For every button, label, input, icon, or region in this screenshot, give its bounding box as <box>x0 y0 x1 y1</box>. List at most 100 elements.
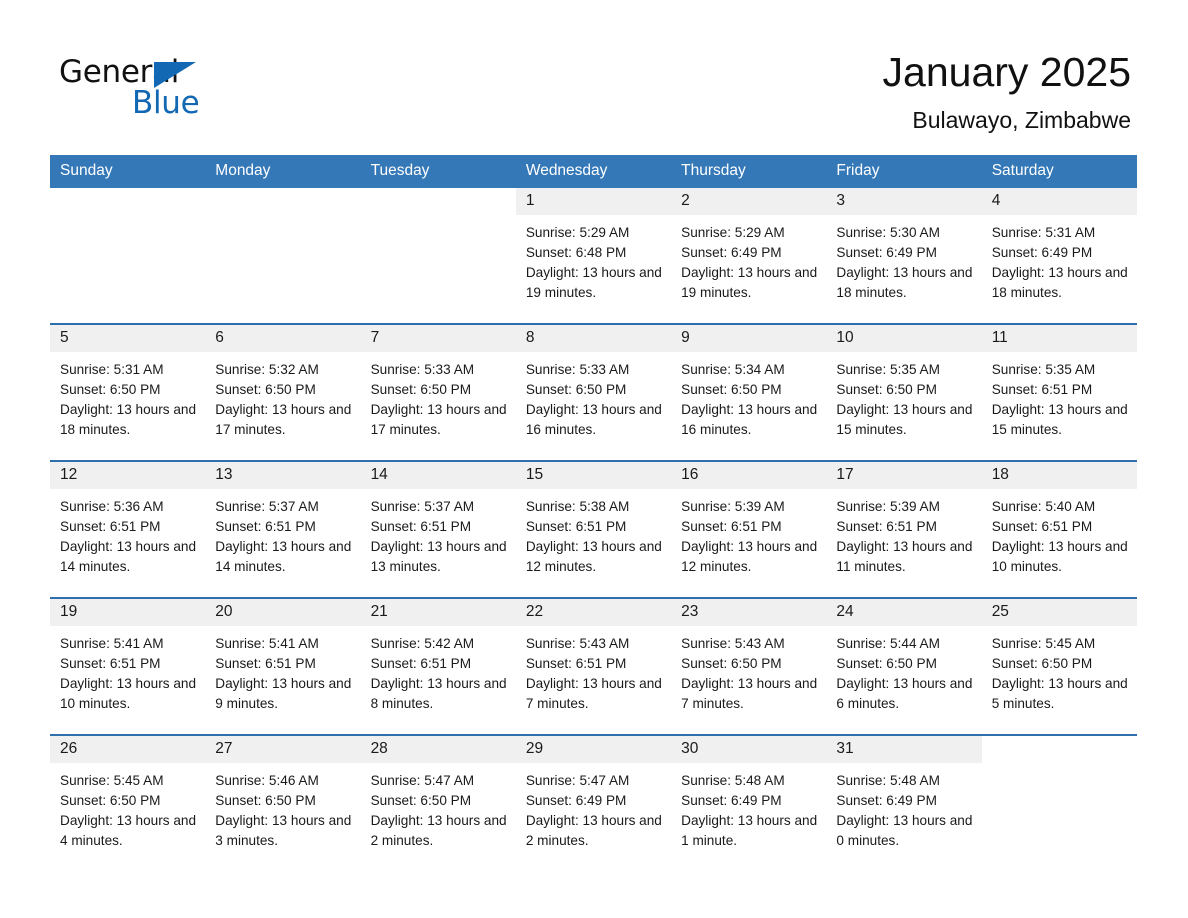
day-details: Sunrise: 5:39 AM Sunset: 6:51 PM Daylight:… <box>826 489 981 577</box>
day-details: Sunrise: 5:47 AM Sunset: 6:49 PM Daylight:… <box>516 763 671 851</box>
sunset-text: Sunset: 6:50 PM <box>836 655 937 671</box>
calendar-day-cell[interactable]: 12 Sunrise: 5:36 AM Sunset: 6:51 PM Dayligh… <box>50 459 206 582</box>
calendar-day-cell[interactable]: 16 Sunrise: 5:39 AM Sunset: 6:51 PM Dayligh… <box>671 459 827 582</box>
day-number: 22 <box>515 598 672 626</box>
calendar-week-row: 5 Sunrise: 5:31 AM Sunset: 6:50 PM Daylight… <box>50 322 1137 445</box>
sunrise-text: Sunrise: 5:31 AM <box>991 224 1096 240</box>
day-cell-inner: 21 Sunrise: 5:42 AM Sunset: 6:51 PM Dayligh… <box>360 598 516 719</box>
calendar-page: General Blue January 2025 Bulawayo, Zimb… <box>0 0 1188 918</box>
calendar-day-cell[interactable]: 20 Sunrise: 5:41 AM Sunset: 6:51 PM Dayligh… <box>205 596 361 719</box>
calendar-day-cell[interactable]: 9 Sunrise: 5:34 AM Sunset: 6:50 PM Daylight… <box>671 322 827 445</box>
calendar-day-cell[interactable]: 18 Sunrise: 5:40 AM Sunset: 6:51 PM Dayligh… <box>981 459 1137 582</box>
sunset-text: Sunset: 6:50 PM <box>991 655 1093 671</box>
calendar-day-cell[interactable]: 28 Sunrise: 5:47 AM Sunset: 6:50 PM Dayligh… <box>360 733 516 856</box>
calendar-day-cell[interactable]: 3 Sunrise: 5:30 AM Sunset: 6:49 PM Daylight… <box>826 187 982 308</box>
day-number: 18 <box>981 461 1137 489</box>
calendar-day-cell[interactable]: 24 Sunrise: 5:44 AM Sunset: 6:50 PM Dayligh… <box>826 596 982 719</box>
calendar-day-cell[interactable]: 29 Sunrise: 5:47 AM Sunset: 6:49 PM Dayligh… <box>515 733 672 856</box>
general-blue-logo[interactable]: General Blue <box>59 47 209 119</box>
day-number: 13 <box>205 461 361 489</box>
calendar-day-cell[interactable]: 4 Sunrise: 5:31 AM Sunset: 6:49 PM Daylight… <box>981 187 1137 308</box>
calendar-day-cell[interactable]: 30 Sunrise: 5:48 AM Sunset: 6:49 PM Dayligh… <box>671 733 827 856</box>
day-cell-inner: 13 Sunrise: 5:37 AM Sunset: 6:51 PM Dayligh… <box>205 461 361 582</box>
day-number: 6 <box>205 324 361 352</box>
daylight-text: Daylight: 13 hours and 0 minutes. <box>836 812 973 848</box>
day-cell-inner: 19 Sunrise: 5:41 AM Sunset: 6:51 PM Dayligh… <box>50 598 206 719</box>
calendar-day-cell[interactable]: 10 Sunrise: 5:35 AM Sunset: 6:50 PM Dayligh… <box>826 322 982 445</box>
day-details: Sunrise: 5:36 AM Sunset: 6:51 PM Daylight:… <box>50 489 205 577</box>
weekday-header-saturday: Saturday <box>981 154 1137 188</box>
sunset-text: Sunset: 6:51 PM <box>525 655 627 671</box>
sunset-text: Sunset: 6:49 PM <box>991 244 1093 260</box>
calendar-header-row: Sunday Monday Tuesday Wednesday Thursday Frid… <box>50 154 1137 188</box>
sunrise-text: Sunrise: 5:47 AM <box>525 772 630 788</box>
day-cell-inner: 29 Sunrise: 5:47 AM Sunset: 6:49 PM Dayligh… <box>515 735 672 856</box>
sunrise-text: Sunrise: 5:38 AM <box>525 498 630 514</box>
sunrise-text: Sunrise: 5:35 AM <box>991 361 1096 377</box>
calendar-day-cell[interactable]: 31 Sunrise: 5:48 AM Sunset: 6:49 PM Dayligh… <box>826 733 982 856</box>
day-number: 17 <box>826 461 982 489</box>
day-number: 4 <box>981 187 1137 215</box>
day-details: Sunrise: 5:46 AM Sunset: 6:50 PM Daylight:… <box>205 763 360 851</box>
day-number: 14 <box>360 461 516 489</box>
calendar-day-cell[interactable]: 13 Sunrise: 5:37 AM Sunset: 6:51 PM Dayligh… <box>205 459 361 582</box>
sunrise-text: Sunrise: 5:37 AM <box>215 498 319 514</box>
weekday-header-friday: Friday <box>826 154 982 188</box>
sunset-text: Sunset: 6:50 PM <box>215 792 316 808</box>
weekday-header-tuesday: Tuesday <box>360 154 516 188</box>
calendar-day-cell[interactable]: 14 Sunrise: 5:37 AM Sunset: 6:51 PM Dayligh… <box>360 459 516 582</box>
day-number: 31 <box>826 735 982 763</box>
sunset-text: Sunset: 6:50 PM <box>370 381 472 397</box>
calendar-day-cell[interactable]: 21 Sunrise: 5:42 AM Sunset: 6:51 PM Dayligh… <box>360 596 516 719</box>
week-spacer-cell <box>50 307 1137 324</box>
daylight-text: Daylight: 13 hours and 5 minutes. <box>991 675 1128 711</box>
sunset-text: Sunset: 6:51 PM <box>836 518 937 534</box>
calendar-day-cell[interactable]: 7 Sunrise: 5:33 AM Sunset: 6:50 PM Daylight… <box>360 322 516 445</box>
day-number <box>981 735 1137 763</box>
calendar-day-cell[interactable]: 5 Sunrise: 5:31 AM Sunset: 6:50 PM Daylight… <box>50 322 206 445</box>
week-spacer <box>50 718 1137 735</box>
calendar-day-cell[interactable]: 25 Sunrise: 5:45 AM Sunset: 6:50 PM Dayligh… <box>981 596 1137 719</box>
calendar-day-cell[interactable]: 23 Sunrise: 5:43 AM Sunset: 6:50 PM Dayligh… <box>671 596 827 719</box>
calendar-day-cell[interactable]: 2 Sunrise: 5:29 AM Sunset: 6:49 PM Daylight… <box>671 187 827 308</box>
daylight-text: Daylight: 13 hours and 7 minutes. <box>525 675 662 711</box>
calendar-day-cell[interactable]: 15 Sunrise: 5:38 AM Sunset: 6:51 PM Dayligh… <box>515 459 672 582</box>
calendar-day-cell[interactable]: 22 Sunrise: 5:43 AM Sunset: 6:51 PM Dayligh… <box>515 596 672 719</box>
daylight-text: Daylight: 13 hours and 14 minutes. <box>60 538 197 574</box>
daylight-text: Daylight: 13 hours and 1 minute. <box>681 812 818 848</box>
sunset-text: Sunset: 6:50 PM <box>836 381 937 397</box>
daylight-text: Daylight: 13 hours and 9 minutes. <box>215 675 352 711</box>
daylight-text: Daylight: 13 hours and 14 minutes. <box>215 538 352 574</box>
weekday-header-sunday: Sunday <box>50 154 206 188</box>
day-details: Sunrise: 5:41 AM Sunset: 6:51 PM Daylight:… <box>205 626 360 714</box>
sunset-text: Sunset: 6:51 PM <box>60 518 161 534</box>
calendar-week-row: 12 Sunrise: 5:36 AM Sunset: 6:51 PM Dayligh… <box>50 459 1137 582</box>
calendar-day-cell[interactable]: 11 Sunrise: 5:35 AM Sunset: 6:51 PM Dayligh… <box>981 322 1137 445</box>
daylight-text: Daylight: 13 hours and 17 minutes. <box>215 401 352 437</box>
calendar-day-cell[interactable]: 8 Sunrise: 5:33 AM Sunset: 6:50 PM Daylight… <box>515 322 672 445</box>
day-number: 1 <box>515 187 672 215</box>
sunrise-text: Sunrise: 5:47 AM <box>370 772 475 788</box>
day-cell-inner: 20 Sunrise: 5:41 AM Sunset: 6:51 PM Dayligh… <box>205 598 361 719</box>
day-cell-inner <box>50 187 206 308</box>
sunrise-text: Sunrise: 5:34 AM <box>681 361 785 377</box>
calendar-day-cell[interactable]: 27 Sunrise: 5:46 AM Sunset: 6:50 PM Dayligh… <box>205 733 361 856</box>
calendar-day-cell[interactable]: 6 Sunrise: 5:32 AM Sunset: 6:50 PM Daylight… <box>205 322 361 445</box>
day-number: 30 <box>671 735 827 763</box>
day-number: 28 <box>360 735 516 763</box>
day-number: 8 <box>515 324 672 352</box>
sunrise-text: Sunrise: 5:42 AM <box>370 635 475 651</box>
day-details: Sunrise: 5:33 AM Sunset: 6:50 PM Daylight:… <box>361 352 516 440</box>
calendar-day-cell[interactable]: 26 Sunrise: 5:45 AM Sunset: 6:50 PM Dayligh… <box>50 733 206 856</box>
day-number: 16 <box>671 461 827 489</box>
day-cell-inner: 26 Sunrise: 5:45 AM Sunset: 6:50 PM Dayligh… <box>50 735 206 856</box>
day-cell-inner: 3 Sunrise: 5:30 AM Sunset: 6:49 PM Daylight… <box>826 187 982 308</box>
sunset-text: Sunset: 6:50 PM <box>60 381 161 397</box>
calendar-day-cell[interactable]: 1 Sunrise: 5:29 AM Sunset: 6:48 PM Daylight… <box>515 187 672 308</box>
calendar-day-cell-empty <box>360 187 516 308</box>
sunset-text: Sunset: 6:49 PM <box>681 244 782 260</box>
calendar-day-cell[interactable]: 17 Sunrise: 5:39 AM Sunset: 6:51 PM Dayligh… <box>826 459 982 582</box>
day-number <box>360 187 516 215</box>
sunset-text: Sunset: 6:51 PM <box>60 655 161 671</box>
calendar-day-cell[interactable]: 19 Sunrise: 5:41 AM Sunset: 6:51 PM Dayligh… <box>50 596 206 719</box>
